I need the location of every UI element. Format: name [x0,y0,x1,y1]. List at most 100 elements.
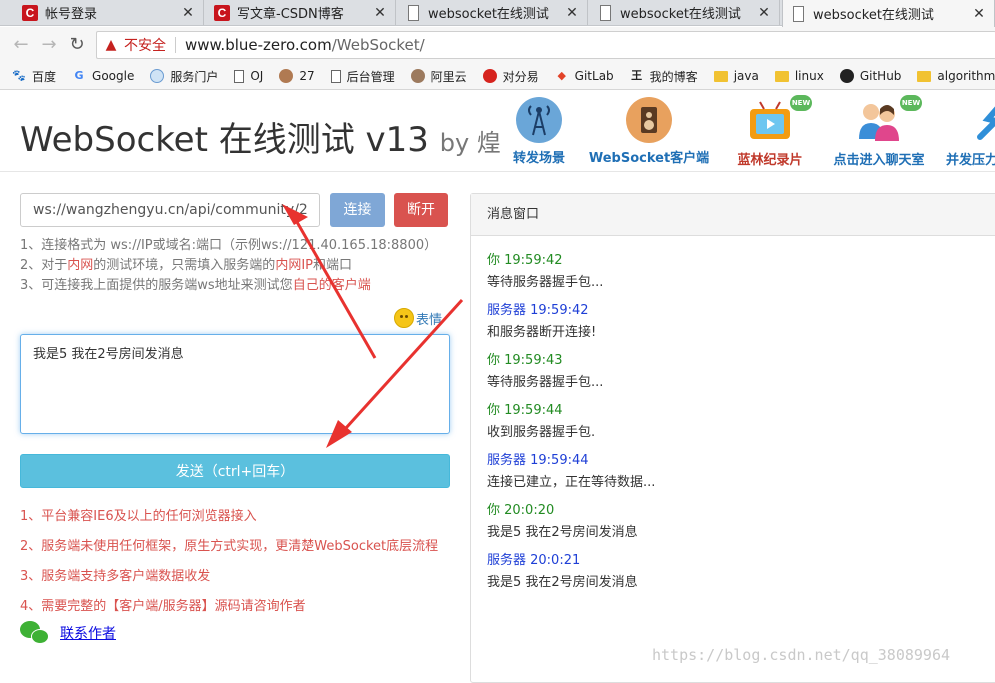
bookmark-algorithm[interactable]: algorithm [917,69,995,83]
folder-icon [917,70,932,82]
nav-stress-test[interactable]: 并发压力 [946,97,995,168]
page-icon [793,5,804,22]
bookmark-java[interactable]: java [713,69,759,83]
bookmark-blog[interactable]: 王我的博客 [630,68,698,85]
bookmark-baidu[interactable]: 🐾 百度 [12,68,56,85]
bookmark-aliyun[interactable]: 阿里云 [410,68,467,85]
feature-3: 3、服务端支持多客户端数据收发 [20,569,211,584]
bookmark-label: Google [92,69,135,83]
message-item: 你 20:0:20 我是5 我在2号房间发消息 [487,496,983,546]
folder-icon [713,70,728,82]
author-byline: by 煌 [439,129,501,157]
bookmark-linux[interactable]: linux [774,69,824,83]
nav-documentary[interactable]: NEW 蓝林纪录片 [730,95,812,168]
duifenyi-icon [482,69,497,83]
tab-websocket-2[interactable]: websocket在线测试 ✕ [590,0,780,25]
wechat-icon [20,621,50,645]
message-textarea[interactable]: 我是5 我在2号房间发消息 [20,334,450,434]
bookmark-label: 后台管理 [346,69,395,84]
url-text[interactable]: www.blue-zero.com/WebSocket/ [185,36,425,54]
browser-toolbar: ← → ↻ ▲ 不安全 www.blue-zero.com/WebSocket/ [0,27,995,63]
browser-tab-strip: C 帐号登录 ✕ C 写文章-CSDN博客 ✕ websocket在线测试 ✕ … [0,0,995,27]
message-text: 和服务器断开连接! [487,325,597,340]
hint-highlight: 内网IP [275,258,313,273]
send-button[interactable]: 发送（ctrl+回车） [20,454,450,488]
message-list[interactable]: 你 19:59:42 等待服务器握手包... 服务器 19:59:42 和服务器断开… [471,236,995,606]
bookmark-oj[interactable]: OJ [234,69,263,83]
new-badge: NEW [900,95,922,111]
tab-label: 写文章-CSDN博客 [237,7,344,22]
message-window: 消息窗口 你 19:59:42 等待服务器握手包... 服务器 19:59:42 和… [470,193,995,683]
reload-icon[interactable]: ↻ [66,34,88,56]
blog-icon: 王 [631,69,643,82]
page-icon [600,4,611,21]
close-icon[interactable]: ✕ [181,5,195,21]
feature-4: 4、需要完整的【客户端/服务器】源码请咨询作者 [20,599,306,614]
smiley-icon [394,308,414,328]
contact-author-link[interactable]: 联系作者 [60,623,116,643]
bookmark-label: 27 [299,69,315,83]
nav-chat-room[interactable]: NEW 点击进入聊天室 [826,95,932,168]
hint-text: 2、对于 [20,258,68,273]
close-icon[interactable]: ✕ [565,5,579,21]
bookmark-label: OJ [250,69,264,83]
bookmark-label: GitLab [574,69,614,83]
tab-login[interactable]: C 帐号登录 ✕ [14,0,204,25]
bookmark-label: 阿里云 [430,69,467,84]
bookmark-label: algorithm [937,69,995,83]
address-bar[interactable]: ▲ 不安全 www.blue-zero.com/WebSocket/ [96,31,995,59]
message-text: 等待服务器握手包... [487,375,604,390]
message-sender: 服务器 19:59:42 [487,303,589,318]
google-icon: G [74,69,84,82]
message-item: 服务器 20:0:21 我是5 我在2号房间发消息 [487,546,983,596]
close-icon[interactable]: ✕ [757,5,771,21]
bookmark-portal[interactable]: 服务门户 [150,68,218,85]
close-icon[interactable]: ✕ [972,6,986,22]
security-label[interactable]: 不安全 [124,35,166,55]
nav-forward-scene[interactable]: 转发场景 [500,97,578,166]
bookmark-gitlab[interactable]: ◆ GitLab [555,69,614,83]
close-icon[interactable]: ✕ [373,5,387,21]
message-text: 收到服务器握手包. [487,425,596,440]
message-sender: 服务器 19:59:44 [487,453,589,468]
hint-text: 和端口 [313,258,353,273]
connect-button[interactable]: 连接 [330,193,385,227]
emoji-button[interactable]: 表情 [394,308,442,328]
bookmark-duifenyi[interactable]: 对分易 [482,68,539,85]
url-path: /WebSocket/ [331,36,425,54]
bookmark-github[interactable]: GitHub [839,69,901,83]
message-item: 你 19:59:42 等待服务器握手包... [487,246,983,296]
message-text: 我是5 我在2号房间发消息 [487,575,638,590]
tab-label: 帐号登录 [45,7,98,22]
ws-url-input[interactable] [20,193,320,227]
message-item: 服务器 19:59:42 和服务器断开连接! [487,296,983,346]
tab-csdn-write[interactable]: C 写文章-CSDN博客 ✕ [206,0,396,25]
back-arrow-icon[interactable]: ← [10,34,32,56]
disconnect-button[interactable]: 断开 [394,193,448,227]
bookmark-label: java [733,69,759,83]
portal-icon [150,69,165,83]
contact-author: 联系作者 [20,621,116,645]
feature-1: 1、平台兼容IE6及以上的任何浏览器接入 [20,509,257,524]
message-text: 我是5 我在2号房间发消息 [487,525,638,540]
message-item: 服务器 19:59:44 连接已建立，正在等待数据... [487,446,983,496]
nav-websocket-client[interactable]: WebSocket客户端 [584,97,714,166]
message-sender: 你 19:59:42 [487,253,563,268]
divider [175,37,176,53]
tab-websocket-1[interactable]: websocket在线测试 ✕ [398,0,588,25]
bookmark-27[interactable]: 27 [279,69,315,83]
tab-websocket-active[interactable]: websocket在线测试 ✕ [782,0,995,27]
forward-arrow-icon[interactable]: → [38,34,60,56]
hint-text: 的测试环境，只需填入服务端的 [93,258,276,273]
nav-label: 蓝林纪录片 [737,153,803,168]
tab-label: websocket在线测试 [620,7,741,22]
bookmark-google[interactable]: G Google [72,69,135,83]
tab-label: websocket在线测试 [428,7,549,22]
warning-icon[interactable]: ▲ [103,37,119,53]
message-sender: 你 20:0:20 [487,503,555,518]
avatar-icon [410,69,425,83]
message-window-title: 消息窗口 [471,194,995,236]
bookmark-admin[interactable]: 后台管理 [330,68,395,85]
avatar-icon [279,69,294,83]
bookmark-label: 百度 [32,69,57,84]
